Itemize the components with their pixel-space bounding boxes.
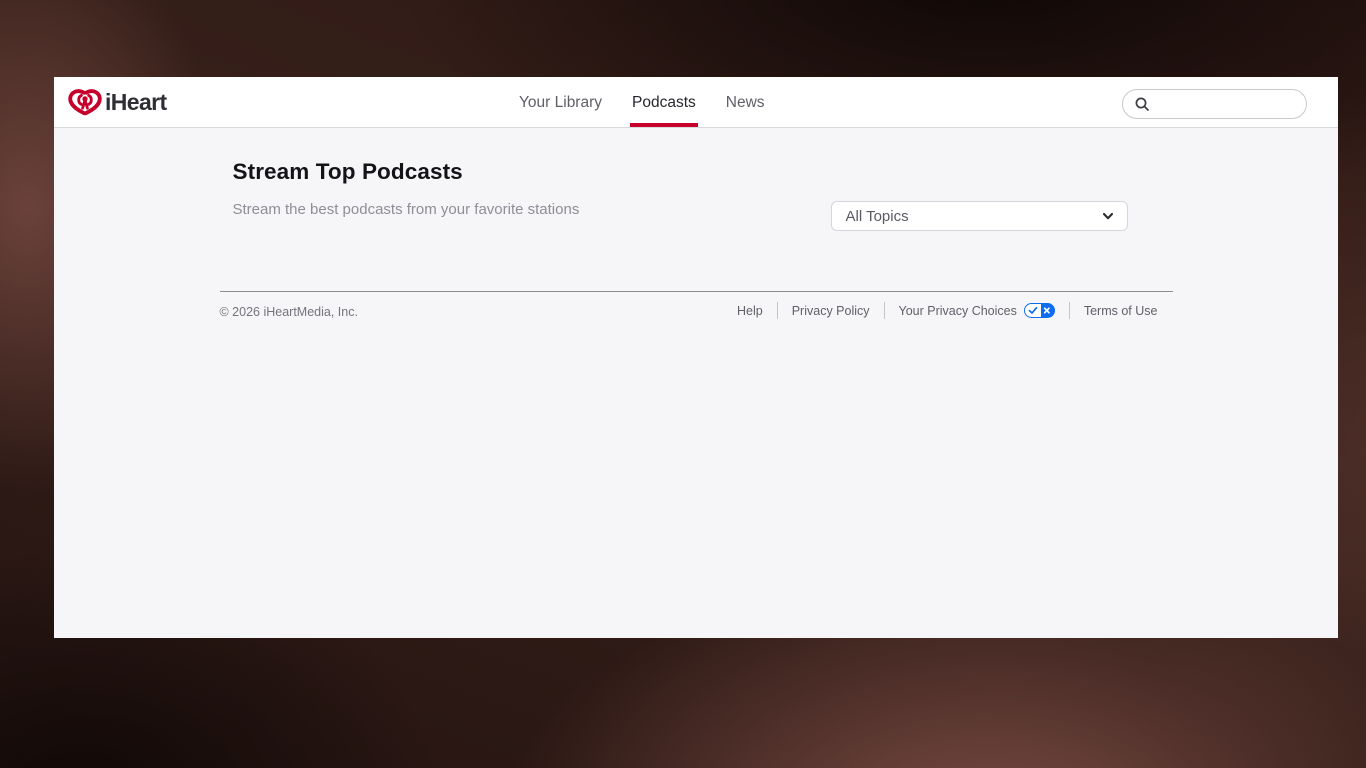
topics-dropdown-value: All Topics: [846, 208, 909, 225]
iheart-logo[interactable]: iHeart: [68, 87, 167, 117]
iheart-app-window: iHeart Your Library Podcasts News Stream…: [54, 77, 1338, 638]
brand-name: iHeart: [105, 89, 167, 116]
footer-separator: [777, 302, 778, 319]
footer-separator: [1069, 302, 1070, 319]
search-input[interactable]: [1157, 97, 1296, 112]
footer-links: Help Privacy Policy Your Privacy Choices: [737, 302, 1173, 319]
page-title: Stream Top Podcasts: [233, 159, 1173, 185]
iheart-heart-radio-waves-icon: [68, 87, 102, 117]
podcasts-page: Stream Top Podcasts Stream the best podc…: [54, 128, 1338, 638]
footer-link-privacy-choices[interactable]: Your Privacy Choices: [899, 303, 1055, 318]
search-box[interactable]: [1122, 89, 1307, 119]
footer-link-help[interactable]: Help: [737, 304, 763, 318]
privacy-choices-opt-out-icon: [1024, 303, 1055, 318]
chevron-down-icon: [1101, 209, 1115, 223]
privacy-choices-label: Your Privacy Choices: [899, 304, 1017, 318]
footer-link-terms[interactable]: Terms of Use: [1084, 304, 1158, 318]
page-footer: © 2026 iHeartMedia, Inc. Help Privacy Po…: [220, 291, 1173, 319]
copyright-text: © 2026 iHeartMedia, Inc.: [220, 302, 358, 319]
main-nav: Your Library Podcasts News: [519, 77, 765, 128]
search-icon: [1134, 96, 1150, 112]
footer-separator: [884, 302, 885, 319]
topics-dropdown[interactable]: All Topics: [831, 201, 1128, 231]
footer-link-privacy-policy[interactable]: Privacy Policy: [792, 304, 870, 318]
app-header: iHeart Your Library Podcasts News: [54, 77, 1338, 128]
nav-item-your-library[interactable]: Your Library: [519, 77, 602, 128]
nav-item-podcasts[interactable]: Podcasts: [632, 77, 696, 128]
nav-item-news[interactable]: News: [726, 77, 765, 128]
